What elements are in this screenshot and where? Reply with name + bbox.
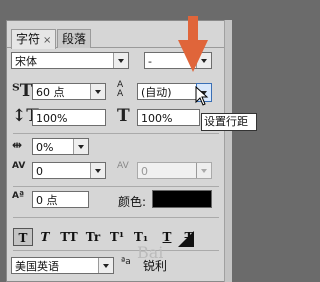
baseline-shift-icon: Aª [12,191,25,201]
language-value: 美国英语 [15,260,59,273]
horizontal-scale-input[interactable]: 100% [137,109,200,126]
horizontal-scale-icon: T [117,106,130,126]
all-caps-button[interactable]: TT [59,228,79,246]
color-label: 颜色: [118,195,147,209]
color-swatch[interactable] [152,190,212,208]
tab-character[interactable]: 字符 × [11,29,57,49]
faux-bold-button[interactable]: T [13,228,33,246]
tracking-ratio-select[interactable]: 0% [32,138,89,155]
vertical-scale-value: 100% [36,112,68,125]
tab-paragraph-label: 段落 [62,32,87,46]
panel-menu-icon[interactable] [178,231,194,247]
watermark: Bai [137,243,164,262]
superscript-button[interactable]: T¹ [107,228,127,246]
kerning-select[interactable]: 0 [32,162,106,179]
font-size-select[interactable]: 60 点 [32,83,106,100]
font-size-icon: ᵀT [12,81,33,101]
divider [13,186,219,187]
font-style-value: - [148,55,152,68]
tracking-select: 0 [137,162,212,179]
leading-value: (自动) [141,86,172,99]
tracking-ratio-value: 0% [36,141,54,154]
tracking-icon: AV [117,161,129,171]
tracking-value: 0 [141,165,148,178]
antialias-icon: ªa [121,257,131,267]
divider [13,133,219,134]
tooltip-text: 设置行距 [204,115,248,128]
close-icon[interactable]: × [43,35,51,46]
tab-character-label: 字符 [16,32,41,46]
divider [13,217,219,218]
panel-scrollbar[interactable] [224,20,232,282]
chevron-down-icon[interactable] [90,163,105,178]
small-caps-button[interactable]: Tr [83,228,103,246]
vertical-scale-input[interactable]: 100% [32,109,106,126]
kerning-icon: AV [12,161,26,171]
baseline-shift-input[interactable]: 0 点 [32,191,89,208]
horizontal-scale-value: 100% [141,112,173,125]
faux-italic-button[interactable]: T [35,228,55,246]
kerning-value: 0 [36,165,43,178]
chevron-down-icon [196,163,211,178]
leading-icon: AA [117,80,124,99]
annotation-arrow-icon [178,16,208,72]
divider [13,250,219,251]
tooltip: 设置行距 [201,113,257,131]
chevron-down-icon[interactable] [73,139,88,154]
mouse-pointer-icon [195,86,209,106]
font-family-value: 宋体 [15,55,37,68]
font-size-value: 60 点 [36,86,65,99]
baseline-shift-value: 0 点 [36,194,58,207]
chevron-down-icon[interactable] [113,53,128,68]
language-select[interactable]: 美国英语 [11,257,114,274]
tracking-ratio-icon: ⇹ [12,138,23,152]
tab-paragraph[interactable]: 段落 [57,29,92,48]
chevron-down-icon[interactable] [90,84,105,99]
font-family-select[interactable]: 宋体 [11,52,129,69]
chevron-down-icon[interactable] [98,258,113,273]
